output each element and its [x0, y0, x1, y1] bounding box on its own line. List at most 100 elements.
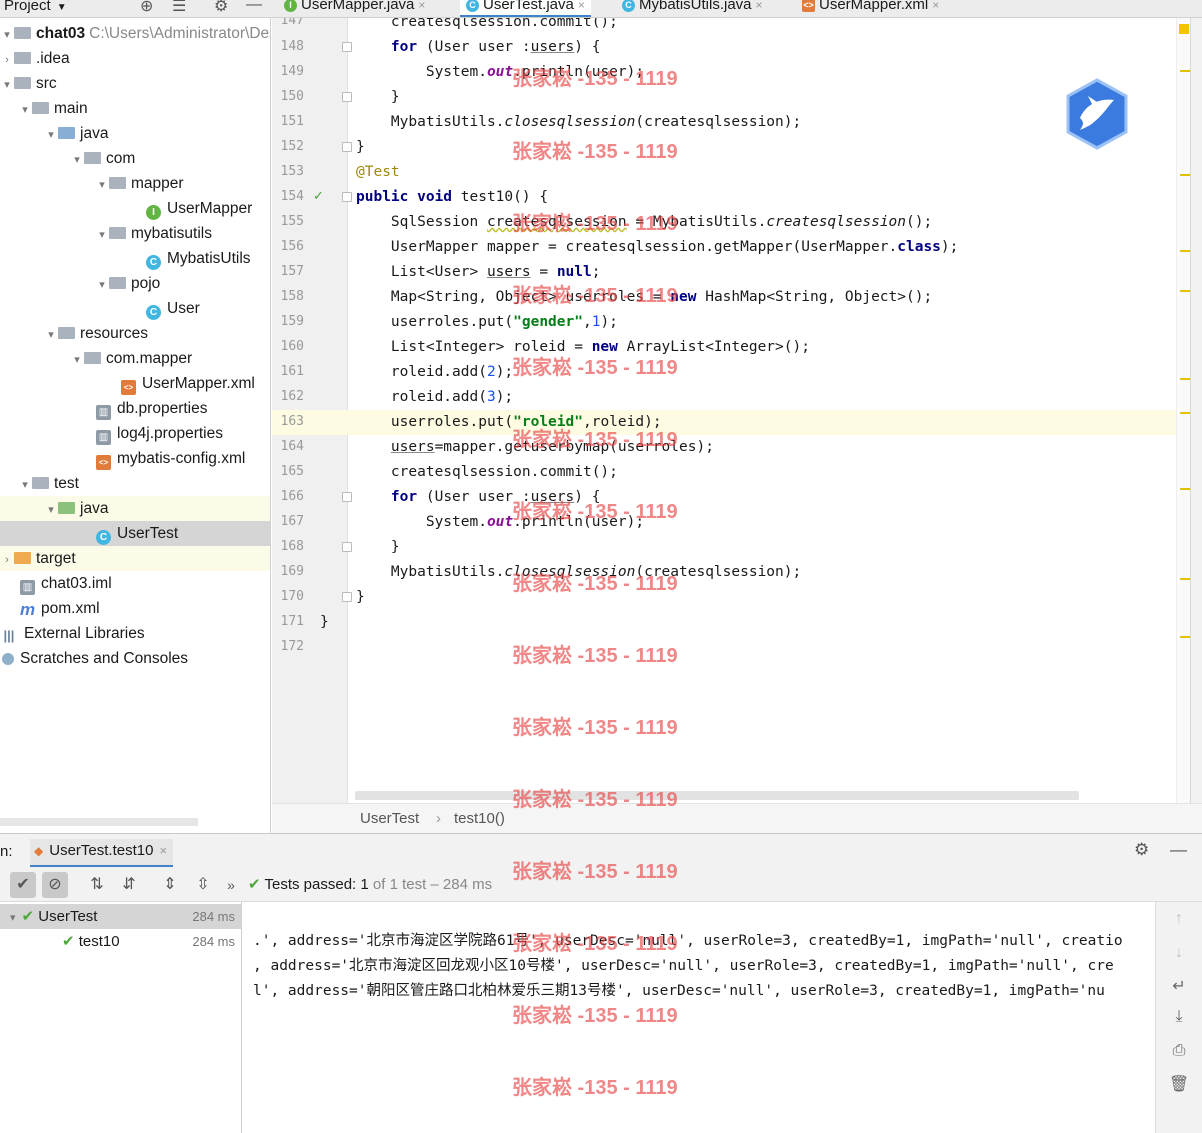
- expand-arrow-icon[interactable]: ▾: [0, 23, 14, 48]
- tree-item-resources[interactable]: ▾ resources: [0, 321, 270, 346]
- tree-item-pojo[interactable]: ▾ pojo: [0, 271, 270, 298]
- tab-usermapper-java[interactable]: I UserMapper.java ×: [278, 0, 431, 17]
- code-line-147[interactable]: createsqlsession.commit();: [272, 18, 1202, 35]
- code-line-171[interactable]: }: [272, 610, 1202, 635]
- tree-item-target[interactable]: › target: [0, 546, 270, 573]
- code-line-152[interactable]: }: [272, 135, 1202, 160]
- run-test-gutter-icon[interactable]: ✓: [313, 188, 324, 204]
- fold-marker-icon[interactable]: [342, 92, 352, 102]
- more-icon[interactable]: »: [218, 872, 244, 898]
- tree-item-usermapper-xml[interactable]: <> UserMapper.xml: [0, 371, 270, 396]
- code-line-156[interactable]: UserMapper mapper = createsqlsession.get…: [272, 235, 1202, 260]
- breadcrumb-class[interactable]: UserTest: [360, 810, 419, 827]
- breadcrumb-method[interactable]: test10(): [454, 810, 505, 827]
- code-line-161[interactable]: roleid.add(2);: [272, 360, 1202, 385]
- code-line-149[interactable]: System.out.println(user);: [272, 60, 1202, 85]
- code-line-148[interactable]: for (User user :users) {: [272, 35, 1202, 60]
- up-arrow-icon[interactable]: ↑: [1168, 910, 1190, 928]
- expand-all-icon[interactable]: ⇕: [157, 872, 183, 898]
- expanded-arrow-icon[interactable]: ▾: [95, 173, 109, 198]
- code-line-167[interactable]: System.out.println(user);: [272, 510, 1202, 535]
- fold-marker-icon[interactable]: [342, 542, 352, 552]
- horizontal-scrollbar[interactable]: [0, 818, 198, 826]
- fold-marker-icon[interactable]: [342, 192, 352, 202]
- tab-usermapper-xml[interactable]: <> UserMapper.xml ×: [796, 0, 945, 17]
- close-icon[interactable]: ×: [159, 843, 167, 858]
- scroll-to-end-icon[interactable]: ⤓: [1168, 1008, 1190, 1026]
- project-view-selector[interactable]: Project ▼: [4, 0, 67, 14]
- tree-item-com-mapper[interactable]: ▾ com.mapper: [0, 346, 270, 373]
- tree-item-mapper[interactable]: ▾ mapper: [0, 171, 270, 198]
- collapse-icon[interactable]: ☰: [172, 0, 186, 16]
- down-arrow-icon[interactable]: ↓: [1168, 944, 1190, 962]
- tree-item-java-test[interactable]: ▾ java: [0, 496, 270, 523]
- code-line-151[interactable]: MybatisUtils.closesqlsession(createsqlse…: [272, 110, 1202, 135]
- print-icon[interactable]: ⎙: [1168, 1042, 1190, 1060]
- fold-marker-icon[interactable]: [342, 42, 352, 52]
- collapsed-arrow-icon[interactable]: ›: [0, 48, 14, 73]
- tree-item-mybatisutils-pkg[interactable]: ▾ mybatisutils: [0, 221, 270, 248]
- tree-item-java-main[interactable]: ▾ java: [0, 121, 270, 146]
- code-line-157[interactable]: List<User> users = null;: [272, 260, 1202, 285]
- expanded-arrow-icon[interactable]: ▾: [44, 498, 58, 523]
- code-line-164[interactable]: users=mapper.getuserbymap(userroles);: [272, 435, 1202, 460]
- tree-item-src[interactable]: ▾ src: [0, 71, 270, 96]
- tree-item-scratches[interactable]: Scratches and Consoles: [0, 646, 270, 671]
- expanded-arrow-icon[interactable]: ▾: [70, 148, 84, 173]
- tab-usertest-java[interactable]: C UserTest.java ×: [460, 0, 591, 17]
- code-line-162[interactable]: roleid.add(3);: [272, 385, 1202, 410]
- expanded-arrow-icon[interactable]: ▾: [18, 473, 32, 498]
- fold-marker-icon[interactable]: [342, 142, 352, 152]
- minimize-icon[interactable]: —: [246, 0, 262, 14]
- code-line-158[interactable]: Map<String, Object> userroles = new Hash…: [272, 285, 1202, 310]
- trash-icon[interactable]: 🗑: [1168, 1074, 1190, 1094]
- close-icon[interactable]: ×: [756, 0, 763, 12]
- tree-item-user[interactable]: C User: [0, 296, 270, 321]
- code-line-168[interactable]: }: [272, 535, 1202, 560]
- collapsed-arrow-icon[interactable]: ›: [0, 548, 14, 573]
- expanded-arrow-icon[interactable]: ▾: [95, 223, 109, 248]
- close-icon[interactable]: ×: [418, 0, 425, 12]
- expanded-arrow-icon[interactable]: ▾: [18, 98, 32, 123]
- expanded-arrow-icon[interactable]: ▾: [95, 273, 109, 298]
- code-line-153[interactable]: @Test: [272, 160, 1202, 185]
- tree-item-pom-xml[interactable]: m pom.xml: [0, 596, 270, 621]
- tree-item-com[interactable]: ▾ com: [0, 146, 270, 173]
- tree-item-idea[interactable]: › .idea: [0, 46, 270, 73]
- tree-item-external-libraries[interactable]: ||| External Libraries: [0, 621, 270, 646]
- code-line-154[interactable]: public void test10() {: [272, 185, 1202, 210]
- soft-wrap-icon[interactable]: ↵: [1168, 976, 1190, 996]
- code-line-160[interactable]: List<Integer> roleid = new ArrayList<Int…: [272, 335, 1202, 360]
- tree-item-main[interactable]: ▾ main: [0, 96, 270, 123]
- minimize-icon[interactable]: —: [1170, 840, 1187, 860]
- sort-duration-icon[interactable]: ⇵: [116, 872, 142, 898]
- locate-icon[interactable]: ⊕: [140, 0, 153, 16]
- tree-item-log4j-properties[interactable]: ▥ log4j.properties: [0, 421, 270, 446]
- editor-horizontal-scrollbar[interactable]: [355, 791, 1079, 800]
- tree-item-test[interactable]: ▾ test: [0, 471, 270, 498]
- test-node-usertest[interactable]: ▾ ✔ UserTest 284 ms: [0, 904, 241, 929]
- tree-item-mybatis-config[interactable]: <> mybatis-config.xml: [0, 446, 270, 471]
- tree-item-mybatisutils[interactable]: C MybatisUtils: [0, 246, 270, 271]
- warning-indicator-icon[interactable]: [1179, 24, 1189, 34]
- sort-alpha-icon[interactable]: ⇅: [84, 872, 110, 898]
- code-line-166[interactable]: for (User user :users) {: [272, 485, 1202, 510]
- test-node-test10[interactable]: ✔ test10 284 ms: [0, 929, 241, 954]
- tree-item-db-properties[interactable]: ▥ db.properties: [0, 396, 270, 421]
- collapse-all-icon[interactable]: ⇳: [190, 872, 216, 898]
- code-line-155[interactable]: SqlSession createsqlsession = MybatisUti…: [272, 210, 1202, 235]
- gear-icon[interactable]: ⚙: [214, 0, 228, 16]
- fold-marker-icon[interactable]: [342, 492, 352, 502]
- expanded-arrow-icon[interactable]: ▾: [70, 348, 84, 373]
- tree-root-chat03[interactable]: ▾ chat03 C:\Users\Administrator\Des: [0, 21, 270, 48]
- close-icon[interactable]: ×: [578, 0, 585, 12]
- tree-item-chat03-iml[interactable]: ▥ chat03.iml: [0, 571, 270, 596]
- show-passed-icon[interactable]: ✔: [10, 872, 36, 898]
- console-output[interactable]: .', address='北京市海淀区学院路61号', userDesc='nu…: [243, 902, 1155, 1133]
- code-line-170[interactable]: }: [272, 585, 1202, 610]
- show-ignored-icon[interactable]: ⊘: [42, 872, 68, 898]
- code-line-172[interactable]: [272, 635, 1202, 660]
- tab-mybatisutils-java[interactable]: C MybatisUtils.java ×: [616, 0, 769, 17]
- tree-item-usertest[interactable]: C UserTest: [0, 521, 270, 546]
- run-tab[interactable]: ◆ UserTest.test10 ×: [30, 839, 174, 868]
